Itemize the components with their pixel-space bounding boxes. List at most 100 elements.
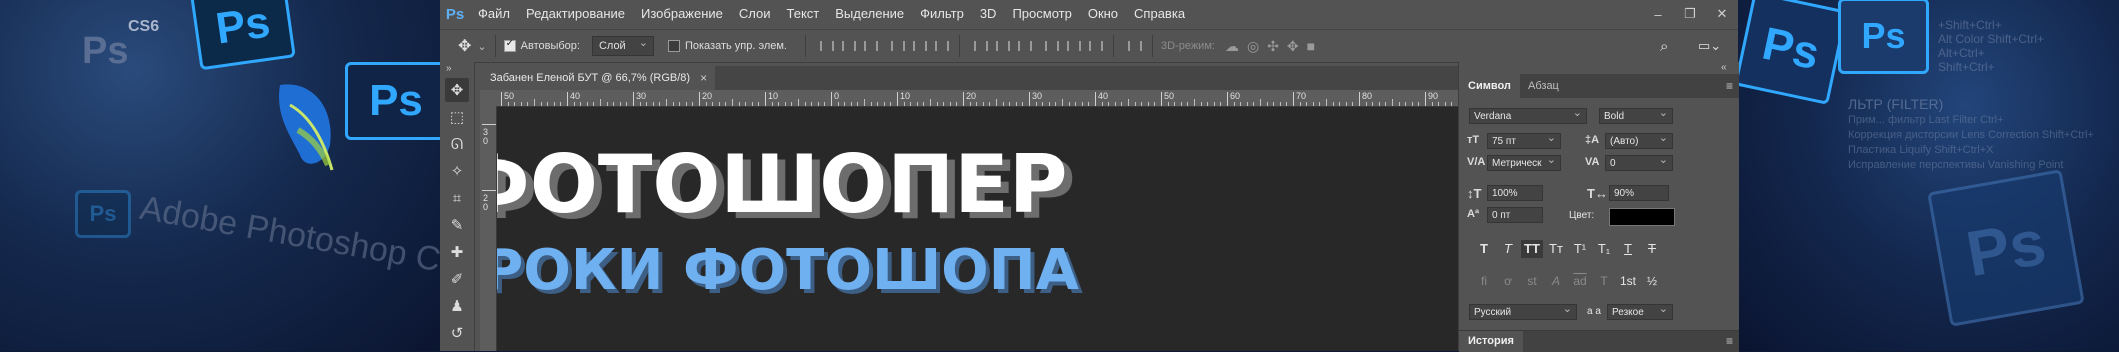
ligatures-button[interactable]: fi bbox=[1473, 272, 1495, 290]
baseline-shift-input[interactable]: 0 пт bbox=[1487, 207, 1543, 223]
tool-preset-dropdown-icon[interactable]: ⌄ bbox=[477, 40, 486, 53]
dock-collapse-icon[interactable]: « bbox=[1721, 62, 1727, 73]
3d-roll-icon[interactable]: ◎ bbox=[1247, 38, 1259, 55]
language-select[interactable]: Русский bbox=[1469, 301, 1577, 320]
distribute-hcenter-icon[interactable] bbox=[1064, 38, 1081, 54]
font-style-select[interactable]: Bold bbox=[1599, 105, 1673, 124]
font-size-input[interactable]: 75 пт bbox=[1487, 130, 1561, 149]
faux-italic-button[interactable]: T bbox=[1497, 240, 1519, 258]
ruler-corner[interactable] bbox=[480, 90, 496, 106]
menu-select[interactable]: Выделение bbox=[827, 0, 912, 28]
workspace-icon[interactable]: ▭⌄ bbox=[1698, 38, 1721, 54]
menu-view[interactable]: Просмотр bbox=[1004, 0, 1079, 28]
distribute-left-icon[interactable] bbox=[1042, 38, 1059, 54]
menu-file[interactable]: Файл bbox=[470, 0, 518, 28]
ps-logo-tile: Ps bbox=[190, 0, 296, 71]
ps-logo-tile: Ps bbox=[1738, 0, 1848, 105]
canvas-area[interactable]: ФОТОШОПЕР ФОТОШОПЕР УРОКИ ФОТОШОПА УРОКИ… bbox=[497, 107, 1518, 351]
auto-align-icon[interactable] bbox=[1125, 38, 1142, 54]
vertical-scale-input[interactable]: 100% bbox=[1487, 185, 1543, 201]
tracking-input[interactable]: 0 bbox=[1605, 152, 1673, 171]
panel-menu-icon[interactable]: ≡ bbox=[1726, 79, 1733, 93]
subscript-button[interactable]: T₁ bbox=[1593, 240, 1615, 258]
underline-button[interactable]: T bbox=[1617, 240, 1639, 258]
antialias-icon: a a bbox=[1587, 306, 1601, 317]
horizontal-scale-input[interactable]: 90% bbox=[1609, 185, 1669, 201]
distribute-right-icon[interactable] bbox=[1086, 38, 1103, 54]
move-tool-icon[interactable]: ✥ bbox=[458, 36, 471, 56]
autoselect-checkbox[interactable] bbox=[503, 38, 516, 52]
ruler-minor-tick bbox=[666, 99, 667, 106]
menu-filter[interactable]: Фильтр bbox=[912, 0, 972, 28]
align-right-icon[interactable] bbox=[932, 38, 949, 54]
crop-tool-icon[interactable]: ⌗ bbox=[445, 186, 469, 210]
align-hcenter-icon[interactable] bbox=[910, 38, 927, 54]
document-tab[interactable]: Забанен Еленой БУТ @ 66,7% (RGB/8) × bbox=[480, 66, 716, 90]
align-left-icon[interactable] bbox=[888, 38, 905, 54]
align-bottom-icon[interactable] bbox=[861, 38, 878, 54]
ruler-minor-tick bbox=[1326, 99, 1327, 106]
close-icon[interactable]: × bbox=[700, 66, 707, 90]
faux-bold-button[interactable]: T bbox=[1473, 240, 1495, 258]
menu-type[interactable]: Текст bbox=[779, 0, 828, 28]
stamp-tool-icon[interactable]: ♟ bbox=[445, 294, 469, 318]
kerning-select[interactable]: Метрическ bbox=[1487, 152, 1561, 171]
menu-edit[interactable]: Редактирование bbox=[518, 0, 633, 28]
old-style-button[interactable]: ơ bbox=[1497, 272, 1519, 290]
search-icon[interactable]: ⌕ bbox=[1660, 38, 1668, 55]
tab-paragraph[interactable]: Абзац bbox=[1519, 74, 1568, 98]
autoselect-target-select[interactable]: Слой bbox=[591, 34, 654, 56]
font-family-select[interactable]: Verdana bbox=[1469, 105, 1587, 124]
eyedropper-tool-icon[interactable]: ✎ bbox=[445, 213, 469, 237]
3d-slide-icon[interactable]: ✥ bbox=[1287, 38, 1299, 55]
ruler-minor-tick bbox=[1180, 102, 1182, 106]
tab-character[interactable]: Символ bbox=[1459, 74, 1520, 98]
stylistic-alternates-button[interactable]: ad bbox=[1569, 272, 1591, 290]
menu-image[interactable]: Изображение bbox=[633, 0, 731, 28]
strikethrough-button[interactable]: T bbox=[1641, 240, 1663, 258]
vertical-ruler[interactable]: 3 0 2 0 bbox=[480, 106, 497, 351]
text-color-swatch[interactable] bbox=[1609, 208, 1675, 226]
menu-layer[interactable]: Слои bbox=[731, 0, 779, 28]
marquee-tool-icon[interactable]: ⬚ bbox=[445, 105, 469, 129]
distribute-top-icon[interactable] bbox=[971, 38, 988, 54]
tab-history[interactable]: История bbox=[1459, 331, 1523, 352]
distribute-bottom-icon[interactable] bbox=[1015, 38, 1032, 54]
distribute-vcenter-icon[interactable] bbox=[993, 38, 1010, 54]
3d-rotate-icon[interactable]: ☁ bbox=[1225, 38, 1239, 55]
brush-tool-icon[interactable]: ✐ bbox=[445, 267, 469, 291]
horizontal-ruler[interactable]: 50 40 30 20 10 0 10 20 30 40 50 60 70 80 90 bbox=[496, 90, 1518, 107]
ordinals-button[interactable]: 1st bbox=[1617, 272, 1639, 290]
lasso-tool-icon[interactable]: ᘏ bbox=[445, 132, 469, 156]
3d-scale-icon[interactable]: ■ bbox=[1307, 38, 1315, 54]
superscript-button[interactable]: T¹ bbox=[1569, 240, 1591, 258]
move-tool-icon[interactable]: ✥ bbox=[445, 78, 469, 102]
small-caps-button[interactable]: Tт bbox=[1545, 240, 1567, 258]
collapse-icon[interactable]: » bbox=[440, 62, 474, 76]
close-window-button[interactable]: ✕ bbox=[1706, 0, 1738, 28]
align-top-icon[interactable] bbox=[817, 38, 834, 54]
3d-drag-icon[interactable]: ✣ bbox=[1267, 38, 1279, 55]
menu-3d[interactable]: 3D bbox=[972, 0, 1005, 28]
leading-input[interactable]: (Авто) bbox=[1605, 130, 1673, 149]
history-brush-tool-icon[interactable]: ↺ bbox=[445, 321, 469, 345]
menu-window[interactable]: Окно bbox=[1080, 0, 1126, 28]
minimize-button[interactable]: – bbox=[1642, 0, 1674, 28]
ruler-minor-tick bbox=[870, 102, 872, 106]
feather-icon bbox=[270, 75, 340, 175]
show-transform-checkbox[interactable] bbox=[667, 40, 680, 52]
magic-wand-tool-icon[interactable]: ✧ bbox=[445, 159, 469, 183]
panel-menu-icon[interactable]: ≡ bbox=[1726, 334, 1733, 348]
discretionary-ligatures-button[interactable]: st bbox=[1521, 272, 1543, 290]
menu-help[interactable]: Справка bbox=[1126, 0, 1193, 28]
titling-alternates-button[interactable]: T bbox=[1593, 272, 1615, 290]
ruler-minor-tick bbox=[1015, 102, 1017, 106]
all-caps-button[interactable]: TT bbox=[1521, 240, 1543, 258]
healing-brush-tool-icon[interactable]: ✚ bbox=[445, 240, 469, 264]
antialias-select[interactable]: Резкое bbox=[1607, 301, 1673, 320]
fractions-button[interactable]: ½ bbox=[1641, 272, 1663, 290]
restore-button[interactable]: ❐ bbox=[1674, 0, 1706, 28]
swash-button[interactable]: A bbox=[1545, 272, 1567, 290]
align-vcenter-icon[interactable] bbox=[839, 38, 856, 54]
ps-app-icon[interactable]: Ps bbox=[440, 0, 470, 28]
